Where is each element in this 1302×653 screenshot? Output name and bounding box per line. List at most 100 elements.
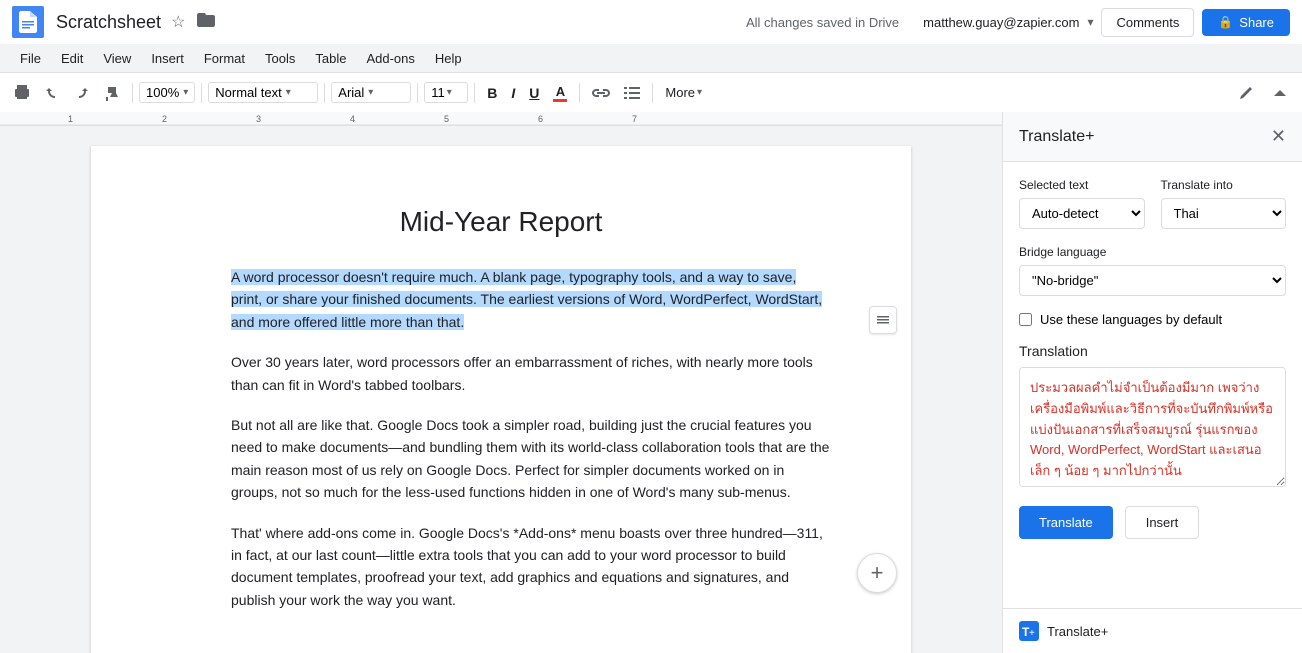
auto-save-status: All changes saved in Drive <box>746 15 899 30</box>
paragraph-2: Over 30 years later, word processors off… <box>231 351 831 396</box>
share-button[interactable]: 🔒 Share <box>1202 9 1290 36</box>
separator-5 <box>474 83 475 103</box>
bridge-field: Bridge language "No-bridge" English Fren… <box>1019 245 1286 296</box>
insert-button[interactable]: Insert <box>1125 506 1200 539</box>
menu-file[interactable]: File <box>12 48 49 69</box>
use-default-row: Use these languages by default <box>1019 312 1286 327</box>
document-page: Mid-Year Report A word processor doesn't… <box>91 146 911 653</box>
user-area: matthew.guay@zapier.com ▾ <box>923 15 1093 30</box>
sidebar-header: Translate+ ✕ <box>1003 112 1302 162</box>
separator-1 <box>132 83 133 103</box>
svg-text:3: 3 <box>256 114 261 124</box>
sidebar-actions: Translate Insert <box>1019 506 1286 539</box>
print-button[interactable] <box>8 81 36 105</box>
svg-text:1: 1 <box>68 114 73 124</box>
svg-text:+: + <box>1029 628 1035 639</box>
add-button[interactable]: + <box>857 553 897 593</box>
menu-tools[interactable]: Tools <box>257 48 303 69</box>
sidebar-close-button[interactable]: ✕ <box>1271 126 1286 147</box>
menu-addons[interactable]: Add-ons <box>358 48 422 69</box>
user-dropdown-icon[interactable]: ▾ <box>1087 15 1093 29</box>
svg-text:6: 6 <box>538 114 543 124</box>
source-field: Selected text Auto-detect English Spanis… <box>1019 178 1145 229</box>
separator-2 <box>201 83 202 103</box>
size-arrow: ▾ <box>447 87 452 98</box>
sidebar-title: Translate+ <box>1019 128 1094 146</box>
more-arrow: ▾ <box>697 87 702 98</box>
collapse-toolbar-button[interactable] <box>1266 81 1294 105</box>
paragraph-3: But not all are like that. Google Docs t… <box>231 414 831 504</box>
menu-view[interactable]: View <box>95 48 139 69</box>
paragraph-4: That' where add-ons come in. Google Docs… <box>231 522 831 612</box>
pen-button[interactable] <box>1232 81 1260 105</box>
translate-sidebar: Translate+ ✕ Selected text Auto-detect E… <box>1002 112 1302 653</box>
page-wrapper: Mid-Year Report A word processor doesn't… <box>91 146 911 633</box>
paragraph-1: A word processor doesn't require much. A… <box>231 266 831 333</box>
doc-heading: Mid-Year Report <box>171 206 831 238</box>
document-scroll-area: Mid-Year Report A word processor doesn't… <box>0 126 1002 653</box>
font-size-selector[interactable]: 11 ▾ <box>424 82 468 103</box>
language-row: Selected text Auto-detect English Spanis… <box>1019 178 1286 229</box>
ruler: 1 2 3 4 5 6 7 <box>0 112 1002 126</box>
addon-name-label: Translate+ <box>1047 624 1108 639</box>
underline-button[interactable]: U <box>523 81 545 105</box>
selected-text: A word processor doesn't require much. A… <box>231 269 822 330</box>
doc-title: Scratchsheet <box>56 12 161 33</box>
redo-button[interactable] <box>68 81 96 105</box>
title-bar: Scratchsheet ☆ All changes saved in Driv… <box>0 0 1302 44</box>
user-email: matthew.guay@zapier.com <box>923 15 1079 30</box>
zoom-arrow: ▾ <box>183 87 188 98</box>
target-language-select[interactable]: Thai English Spanish French <box>1161 198 1287 229</box>
toolbar-right <box>1232 81 1294 105</box>
undo-button[interactable] <box>38 81 66 105</box>
bridge-language-label: Bridge language <box>1019 245 1286 259</box>
separator-7 <box>652 83 653 103</box>
font-arrow: ▾ <box>368 87 373 98</box>
selected-text-label: Selected text <box>1019 178 1145 192</box>
menu-insert[interactable]: Insert <box>143 48 192 69</box>
translation-textarea[interactable] <box>1019 367 1286 487</box>
bridge-language-select[interactable]: "No-bridge" English French <box>1019 265 1286 296</box>
menu-table[interactable]: Table <box>307 48 354 69</box>
link-button[interactable] <box>586 83 616 103</box>
share-lock-icon: 🔒 <box>1218 15 1233 29</box>
menu-help[interactable]: Help <box>427 48 470 69</box>
addon-icon: T + <box>1019 621 1039 641</box>
menu-edit[interactable]: Edit <box>53 48 91 69</box>
use-default-label: Use these languages by default <box>1040 312 1222 327</box>
style-selector[interactable]: Normal text ▾ <box>208 82 318 103</box>
translate-into-label: Translate into <box>1161 178 1287 192</box>
target-field: Translate into Thai English Spanish Fren… <box>1161 178 1287 229</box>
comments-button[interactable]: Comments <box>1101 8 1194 37</box>
svg-text:2: 2 <box>162 114 167 124</box>
paint-format-button[interactable] <box>98 81 126 105</box>
italic-button[interactable]: I <box>505 81 521 105</box>
bold-button[interactable]: B <box>481 81 503 105</box>
more-button[interactable]: More ▾ <box>659 81 708 104</box>
svg-text:7: 7 <box>632 114 637 124</box>
font-selector[interactable]: Arial ▾ <box>331 82 411 103</box>
app-icon <box>12 6 44 38</box>
list-button[interactable] <box>618 82 646 104</box>
content-area: 1 2 3 4 5 6 7 Mid-Year Report <box>0 112 1302 653</box>
separator-4 <box>417 83 418 103</box>
menu-format[interactable]: Format <box>196 48 253 69</box>
sidebar-content: Selected text Auto-detect English Spanis… <box>1003 162 1302 608</box>
translate-button[interactable]: Translate <box>1019 506 1113 539</box>
separator-6 <box>579 83 580 103</box>
zoom-selector[interactable]: 100% ▾ <box>139 82 195 103</box>
star-icon[interactable]: ☆ <box>171 12 185 32</box>
menu-bar: File Edit View Insert Format Tools Table… <box>0 44 1302 72</box>
translation-section-label: Translation <box>1019 343 1286 359</box>
use-default-checkbox[interactable] <box>1019 313 1032 326</box>
svg-text:4: 4 <box>350 114 355 124</box>
folder-icon[interactable] <box>197 13 215 32</box>
separator-3 <box>324 83 325 103</box>
text-color-button[interactable]: A <box>547 80 573 106</box>
svg-text:5: 5 <box>444 114 449 124</box>
source-language-select[interactable]: Auto-detect English Spanish French <box>1019 198 1145 229</box>
toolbar: 100% ▾ Normal text ▾ Arial ▾ 11 ▾ B I U … <box>0 72 1302 112</box>
scroll-handle[interactable] <box>869 306 897 334</box>
style-arrow: ▾ <box>286 87 291 98</box>
sidebar-footer: T + Translate+ <box>1003 608 1302 653</box>
